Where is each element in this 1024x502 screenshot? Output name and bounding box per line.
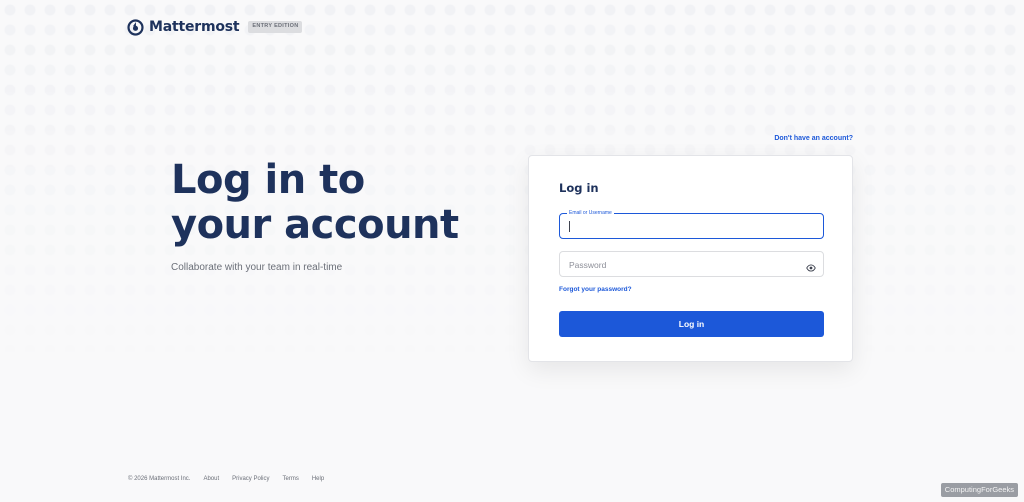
brand-name: Mattermost bbox=[149, 19, 240, 35]
mattermost-logo-icon bbox=[127, 18, 144, 36]
page-subtitle: Collaborate with your team in real-time bbox=[171, 262, 343, 273]
page-title: Log in to your account bbox=[171, 158, 459, 248]
header: Mattermost ENTRY EDITION bbox=[127, 17, 303, 37]
watermark: ComputingForGeeks bbox=[940, 483, 1018, 497]
hero: Log in to your account Collaborate with … bbox=[171, 158, 459, 274]
footer-link-help[interactable]: Help bbox=[312, 476, 324, 482]
password-field-placeholder: Password bbox=[569, 260, 607, 270]
login-button[interactable]: Log in bbox=[559, 311, 824, 337]
footer-link-privacy-policy[interactable]: Privacy Policy bbox=[232, 476, 269, 482]
eye-icon[interactable] bbox=[806, 260, 816, 272]
footer-link-about[interactable]: About bbox=[203, 476, 219, 482]
footer: © 2026 Mattermost Inc. About Privacy Pol… bbox=[128, 476, 324, 482]
email-field-label: Email or Username bbox=[567, 210, 614, 217]
email-field[interactable]: Email or Username bbox=[559, 210, 824, 239]
footer-copyright: © 2026 Mattermost Inc. bbox=[128, 476, 191, 482]
page-title-line-2: your account bbox=[171, 202, 459, 248]
text-cursor bbox=[569, 221, 570, 232]
edition-badge: ENTRY EDITION bbox=[248, 21, 303, 33]
background-pattern bbox=[0, 0, 1024, 502]
password-field[interactable]: Password bbox=[559, 251, 824, 277]
page-title-line-1: Log in to bbox=[171, 157, 365, 203]
login-card-title: Log in bbox=[559, 181, 599, 195]
forgot-password-link[interactable]: Forgot your password? bbox=[559, 286, 632, 293]
footer-link-terms[interactable]: Terms bbox=[282, 476, 298, 482]
login-card: Log in Email or Username Password Forgot… bbox=[528, 155, 853, 362]
signup-link[interactable]: Don't have an account? bbox=[774, 135, 853, 142]
